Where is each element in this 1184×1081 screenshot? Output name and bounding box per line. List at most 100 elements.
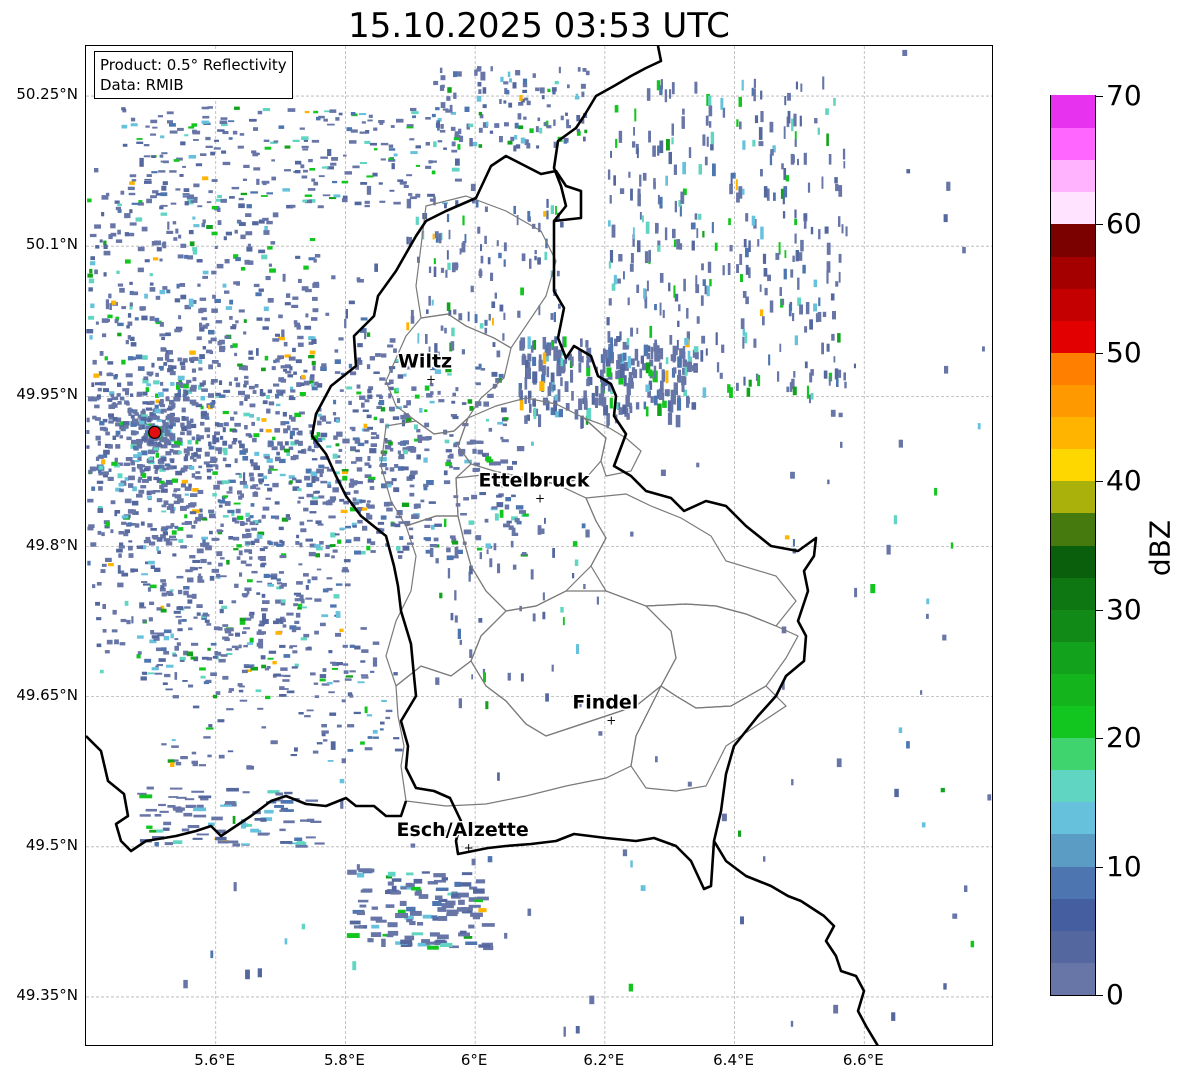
echo-cell	[106, 192, 110, 197]
echo-cell	[238, 550, 243, 556]
echo-cell	[142, 479, 149, 483]
echo-cell	[297, 607, 302, 610]
echo-cell	[690, 222, 696, 230]
echo-cell	[129, 181, 135, 185]
echo-cell	[311, 386, 318, 391]
echo-cell	[117, 203, 122, 207]
echo-cell	[149, 412, 154, 417]
echo-cell	[494, 123, 500, 128]
echo-cell	[245, 512, 250, 518]
echo-cell	[188, 483, 192, 488]
echo-cell	[289, 480, 293, 484]
echo-cell	[164, 673, 171, 678]
echo-cell	[94, 269, 98, 275]
echo-cell	[372, 729, 378, 734]
echo-cell	[606, 317, 610, 326]
echo-cell	[484, 206, 488, 212]
echo-cell	[160, 488, 168, 493]
echo-cell	[159, 810, 169, 813]
echo-cell	[504, 523, 510, 527]
map-canvas[interactable]: +Wiltz+Ettelbruck+Findel+Esch/Alzette	[86, 46, 993, 1046]
echo-cell	[751, 215, 756, 226]
colorbar-segment	[1051, 930, 1095, 963]
echo-cell	[183, 465, 189, 469]
echo-cell	[450, 126, 456, 131]
echo-cell	[149, 282, 154, 286]
echo-cell	[459, 248, 462, 255]
echo-cell	[762, 253, 767, 264]
echo-cell	[213, 147, 221, 150]
radar-map[interactable]: + Wiltz + Ettelbruck + Findel + Esch/Alzette	[85, 45, 993, 1046]
echo-cell	[380, 721, 385, 725]
echo-cell	[150, 528, 157, 531]
echo-cell	[320, 457, 327, 460]
echo-cell	[490, 66, 493, 72]
echo-cell	[187, 446, 194, 452]
echo-cell	[277, 582, 282, 585]
echo-cell	[117, 322, 124, 327]
echo-cell	[137, 635, 144, 639]
echo-cell	[179, 283, 186, 287]
echo-cell	[424, 524, 431, 528]
echo-cell	[192, 705, 200, 709]
echo-cell	[142, 408, 146, 413]
echo-cell	[618, 130, 623, 143]
echo-cell	[446, 547, 451, 553]
echo-cell	[243, 484, 249, 489]
echo-cell	[741, 79, 744, 91]
echo-cell	[661, 369, 665, 383]
echo-cell	[821, 176, 824, 189]
echo-cell	[239, 443, 245, 449]
echo-cell	[443, 470, 448, 476]
echo-cell	[894, 788, 899, 798]
echo-cell	[210, 672, 217, 676]
echo-cell	[206, 201, 212, 204]
echo-cell	[499, 99, 502, 104]
echo-cell	[278, 125, 285, 129]
echo-cell	[87, 498, 94, 503]
echo-cell	[114, 510, 118, 517]
colorbar-segment	[1051, 801, 1095, 835]
echo-cell	[211, 205, 218, 210]
echo-cell	[87, 560, 91, 566]
echo-cell	[515, 505, 524, 510]
echo-cell	[652, 145, 656, 157]
echo-cell	[297, 342, 304, 347]
echo-cell	[696, 316, 700, 324]
echo-cell	[142, 472, 147, 478]
echo-cell	[239, 572, 243, 577]
echo-cell	[745, 213, 749, 222]
echo-cell	[467, 399, 473, 404]
echo-cell	[295, 612, 301, 618]
colorbar-segment	[1051, 191, 1095, 225]
echo-cell	[940, 787, 945, 793]
echo-cell	[138, 489, 145, 494]
echo-cell	[256, 417, 260, 421]
echo-cell	[283, 674, 291, 678]
echo-cell	[106, 639, 113, 645]
echo-cell	[249, 556, 253, 560]
echo-cell	[282, 411, 287, 417]
echo-cell	[389, 338, 396, 343]
echo-cell	[361, 649, 369, 653]
echo-cell	[189, 456, 195, 460]
echo-cell	[127, 313, 132, 318]
echo-cell	[810, 393, 814, 400]
echo-cell	[191, 123, 197, 127]
echo-cell	[371, 906, 378, 910]
echo-cell	[828, 376, 831, 386]
city-label: Findel	[572, 692, 638, 714]
echo-cell	[326, 577, 333, 580]
echo-cell	[255, 689, 262, 693]
echo-cell	[270, 468, 278, 471]
echo-cell	[252, 437, 257, 443]
echo-cell	[514, 122, 519, 129]
echo-cell	[90, 256, 95, 261]
echo-cell	[406, 400, 411, 406]
echo-cell	[560, 221, 564, 228]
echo-cell	[893, 515, 898, 525]
echo-cell	[704, 285, 707, 295]
echo-cell	[415, 216, 419, 225]
echo-cell	[357, 519, 363, 524]
echo-cell	[252, 221, 259, 226]
